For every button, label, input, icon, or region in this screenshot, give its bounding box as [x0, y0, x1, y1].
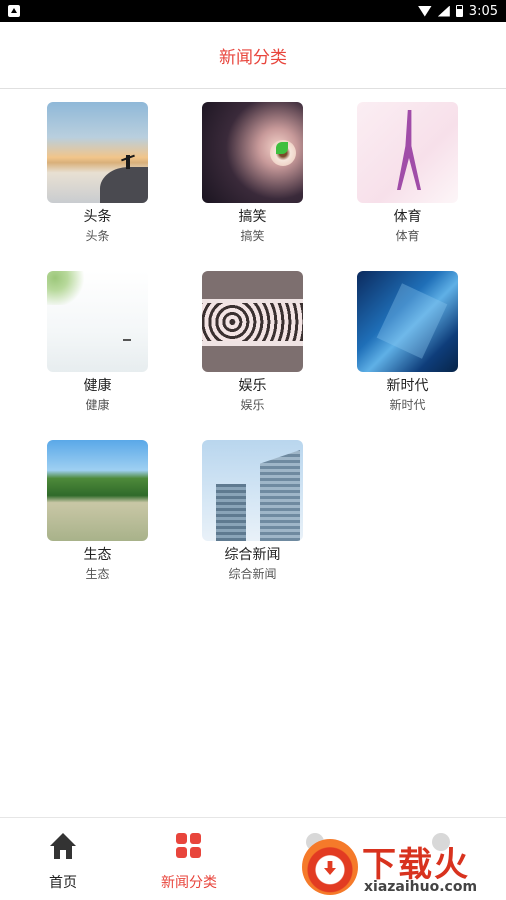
home-icon — [50, 833, 76, 859]
category-name: 体育 — [393, 209, 422, 225]
category-subtitle: 头条 — [85, 229, 110, 243]
tab-news-categories-label: 新闻分类 — [161, 875, 217, 891]
category-tile-zonghe[interactable]: 综合新闻 综合新闻 — [202, 440, 303, 582]
grid-icon — [176, 833, 202, 859]
category-tile-xinshidai[interactable]: 新时代 新时代 — [357, 271, 458, 413]
category-subtitle: 综合新闻 — [228, 567, 277, 581]
category-image — [202, 102, 303, 203]
category-tile-shengtai[interactable]: 生态 生态 — [47, 440, 148, 582]
category-image — [202, 440, 303, 541]
category-tile-yule[interactable]: 娱乐 娱乐 — [202, 271, 303, 413]
category-name: 新时代 — [386, 378, 429, 394]
category-tile-gaoxiao[interactable]: 搞笑 搞笑 — [202, 102, 303, 244]
category-tile-toutiao[interactable]: 头条 头条 — [47, 102, 148, 244]
notification-icon — [8, 5, 20, 17]
category-name: 综合新闻 — [224, 547, 281, 563]
tab-home-label: 首页 — [49, 875, 77, 891]
category-subtitle: 体育 — [395, 229, 420, 243]
category-subtitle: 健康 — [85, 398, 110, 412]
category-name: 生态 — [83, 547, 112, 563]
category-subtitle: 生态 — [85, 567, 110, 581]
tab-home[interactable]: 首页 — [0, 818, 126, 900]
watermark-domain: xiazaihuo.com — [364, 879, 478, 895]
category-image — [357, 271, 458, 372]
category-subtitle: 娱乐 — [240, 398, 265, 412]
category-name: 健康 — [83, 378, 112, 394]
category-tile-jiankang[interactable]: 健康 健康 — [47, 271, 148, 413]
tab-news-categories[interactable]: 新闻分类 — [126, 818, 252, 900]
status-time: 3:05 — [468, 3, 498, 19]
page-title: 新闻分类 — [219, 47, 287, 68]
category-subtitle: 新时代 — [389, 398, 426, 412]
category-image — [202, 271, 303, 372]
status-bar-right: 3:05 — [417, 0, 498, 22]
watermark-logo: 下载火 xiazaihuo.com — [300, 833, 506, 900]
wifi-icon — [417, 5, 432, 17]
category-name: 头条 — [83, 209, 112, 225]
category-image — [47, 102, 148, 203]
status-bar: 3:05 — [0, 0, 506, 22]
category-name: 娱乐 — [238, 378, 267, 394]
category-subtitle: 搞笑 — [240, 229, 265, 243]
category-tile-tiyu[interactable]: 体育 体育 — [357, 102, 458, 244]
category-image — [47, 440, 148, 541]
header: 新闻分类 — [0, 22, 506, 89]
category-image — [47, 271, 148, 372]
signal-icon — [437, 5, 450, 17]
category-name: 搞笑 — [238, 209, 267, 225]
battery-icon — [455, 5, 463, 17]
download-icon — [302, 839, 358, 895]
category-image — [357, 102, 458, 203]
